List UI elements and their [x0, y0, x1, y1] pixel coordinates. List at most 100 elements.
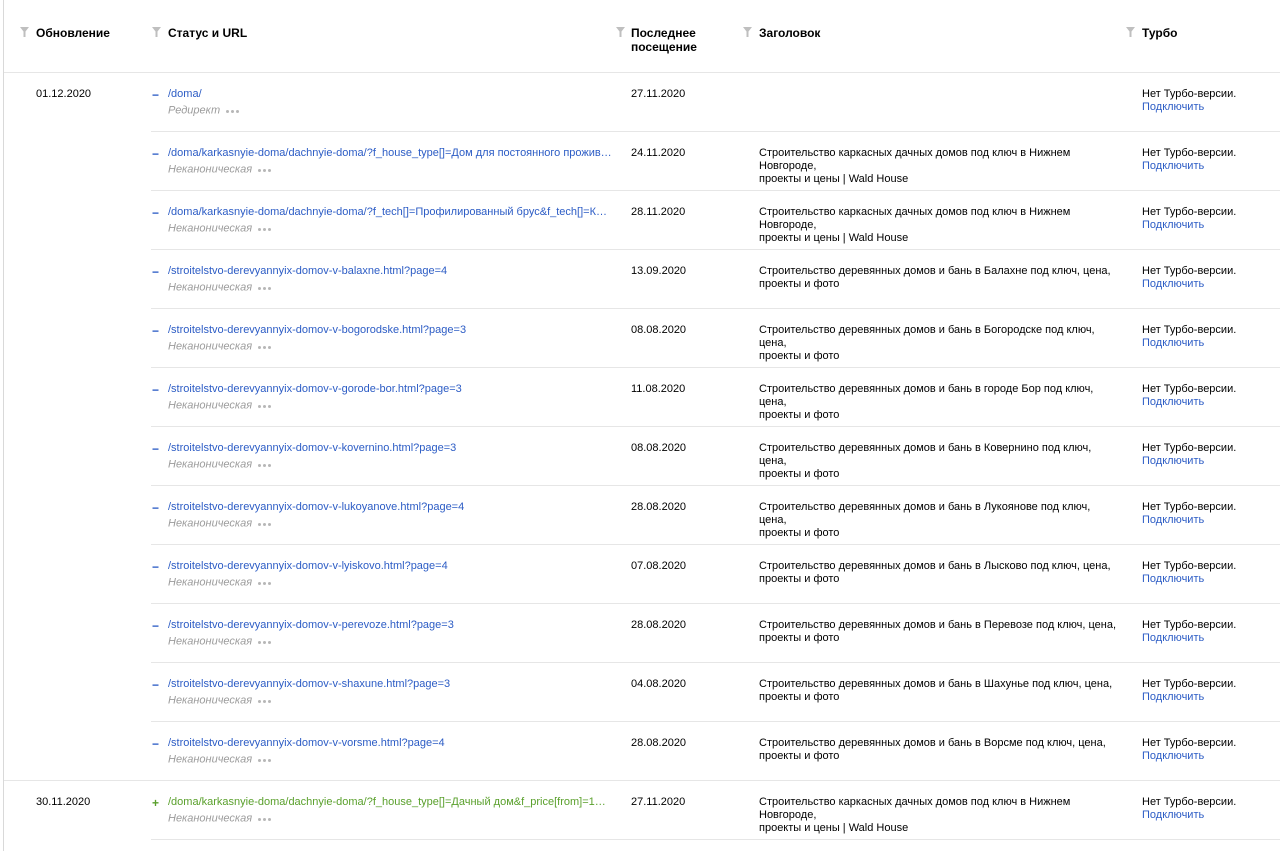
more-options-icon[interactable] [258, 222, 273, 235]
url-status-label: Неканоническая [168, 399, 253, 412]
more-options-icon[interactable] [258, 458, 273, 471]
turbo-status-text: Нет Турбо-версии. [1142, 265, 1237, 277]
turbo-status-text: Нет Турбо-версии. [1142, 88, 1237, 100]
turbo-connect-link[interactable]: Подключить [1142, 101, 1236, 114]
last-visit-date: 28.11.2020 [631, 206, 686, 218]
row-divider [151, 426, 1280, 427]
filter-icon[interactable] [20, 27, 29, 37]
turbo-connect-link[interactable]: Подключить [1142, 337, 1236, 350]
page-title: Строительство деревянных домов и бань в … [759, 383, 1119, 422]
row-divider [151, 839, 1280, 840]
more-options-icon[interactable] [258, 163, 273, 176]
last-visit-date: 28.08.2020 [631, 501, 687, 513]
column-update[interactable]: Обновление [36, 26, 110, 40]
removed-indicator: − [152, 619, 160, 633]
url-status-label: Неканоническая [168, 576, 253, 589]
more-options-icon[interactable] [258, 694, 273, 707]
column-last-visit-line2: посещение [631, 40, 697, 54]
page-title-line2: проекты и фото [759, 350, 840, 362]
removed-indicator: − [152, 501, 160, 515]
page-title-line2: проекты и фото [759, 750, 840, 762]
column-turbo[interactable]: Турбо [1142, 26, 1177, 40]
added-indicator: + [152, 796, 160, 810]
more-options-icon[interactable] [258, 576, 273, 589]
group-divider [4, 780, 1280, 781]
turbo-connect-link[interactable]: Подключить [1142, 278, 1236, 291]
page-title-line2: проекты и фото [759, 632, 840, 644]
last-visit-date: 24.11.2020 [631, 147, 686, 159]
turbo-status-text: Нет Турбо-версии. [1142, 619, 1237, 631]
page-url-link[interactable]: /stroitelstvo-derevyannyix-domov-v-lyisk… [168, 560, 448, 573]
turbo-connect-link[interactable]: Подключить [1142, 632, 1236, 645]
more-options-icon[interactable] [258, 340, 273, 353]
turbo-connect-link[interactable]: Подключить [1142, 691, 1236, 704]
page-title-line1: Строительство каркасных дачных домов под… [759, 796, 1071, 821]
page-url-link[interactable]: /stroitelstvo-derevyannyix-domov-v-vorsm… [168, 737, 445, 750]
turbo-status: Нет Турбо-версии. Подключить [1142, 147, 1236, 173]
url-status: Редирект [168, 104, 241, 117]
url-status-label: Неканоническая [168, 694, 253, 707]
page-url-link[interactable]: /stroitelstvo-derevyannyix-domov-v-bogor… [168, 324, 466, 337]
turbo-connect-link[interactable]: Подключить [1142, 573, 1236, 586]
page-title-line1: Строительство деревянных домов и бань в … [759, 265, 1111, 277]
turbo-status-text: Нет Турбо-версии. [1142, 206, 1237, 218]
turbo-status-text: Нет Турбо-версии. [1142, 560, 1237, 572]
removed-indicator: − [152, 206, 160, 220]
more-options-icon[interactable] [226, 104, 241, 117]
turbo-connect-link[interactable]: Подключить [1142, 809, 1236, 822]
page-url-link[interactable]: /stroitelstvo-derevyannyix-domov-v-lukoy… [168, 501, 464, 514]
page-url-link[interactable]: /stroitelstvo-derevyannyix-domov-v-gorod… [168, 383, 462, 396]
turbo-status: Нет Турбо-версии. Подключить [1142, 501, 1236, 527]
url-status-label: Неканоническая [168, 340, 253, 353]
row-divider [151, 249, 1280, 250]
page-title-line1: Строительство деревянных домов и бань в … [759, 383, 1094, 408]
url-status: Неканоническая [168, 281, 273, 294]
more-options-icon[interactable] [258, 399, 273, 412]
removed-indicator: − [152, 324, 160, 338]
page-title: Строительство деревянных домов и бань в … [759, 324, 1119, 363]
filter-icon[interactable] [152, 27, 161, 37]
page-title-line1: Строительство каркасных дачных домов под… [759, 206, 1071, 231]
turbo-connect-link[interactable]: Подключить [1142, 396, 1236, 409]
page-title-line1: Строительство деревянных домов и бань в … [759, 501, 1091, 526]
turbo-status: Нет Турбо-версии. Подключить [1142, 737, 1236, 763]
url-status: Неканоническая [168, 694, 273, 707]
more-options-icon[interactable] [258, 753, 273, 766]
page-url-link[interactable]: /doma/karkasnyie-doma/dachnyie-doma/?f_t… [168, 206, 613, 219]
more-options-icon[interactable] [258, 635, 273, 648]
page-url-link[interactable]: /stroitelstvo-derevyannyix-domov-v-perev… [168, 619, 454, 632]
column-last-visit[interactable]: Последнее посещение [631, 26, 697, 54]
more-options-icon[interactable] [258, 281, 273, 294]
filter-icon[interactable] [1126, 27, 1135, 37]
turbo-status: Нет Турбо-версии. Подключить [1142, 442, 1236, 468]
more-options-icon[interactable] [258, 517, 273, 530]
page-url-link[interactable]: /stroitelstvo-derevyannyix-domov-v-balax… [168, 265, 447, 278]
more-options-icon[interactable] [258, 812, 273, 825]
column-title[interactable]: Заголовок [759, 26, 820, 40]
last-visit-date: 13.09.2020 [631, 265, 687, 277]
page-url-link[interactable]: /stroitelstvo-derevyannyix-domov-v-shaxu… [168, 678, 450, 691]
removed-indicator: − [152, 678, 160, 692]
column-status-url[interactable]: Статус и URL [168, 26, 247, 40]
page-url-link[interactable]: /doma/karkasnyie-doma/dachnyie-doma/?f_h… [168, 147, 613, 160]
turbo-connect-link[interactable]: Подключить [1142, 219, 1236, 232]
page-url-link[interactable]: /stroitelstvo-derevyannyix-domov-v-kover… [168, 442, 456, 455]
turbo-status: Нет Турбо-версии. Подключить [1142, 324, 1236, 350]
turbo-connect-link[interactable]: Подключить [1142, 455, 1236, 468]
filter-icon[interactable] [743, 27, 752, 37]
removed-indicator: − [152, 560, 160, 574]
last-visit-date: 08.08.2020 [631, 442, 687, 454]
turbo-status-text: Нет Турбо-версии. [1142, 678, 1237, 690]
page-title: Строительство деревянных домов и бань в … [759, 560, 1119, 586]
url-status: Неканоническая [168, 576, 273, 589]
filter-icon[interactable] [616, 27, 625, 37]
page-url-link[interactable]: /doma/karkasnyie-doma/dachnyie-doma/?f_h… [168, 796, 613, 809]
removed-indicator: − [152, 737, 160, 751]
page-title-line2: проекты и фото [759, 278, 840, 290]
turbo-connect-link[interactable]: Подключить [1142, 750, 1236, 763]
page-url-link[interactable]: /doma/ [168, 88, 202, 101]
turbo-connect-link[interactable]: Подключить [1142, 514, 1236, 527]
last-visit-date: 08.08.2020 [631, 324, 687, 336]
turbo-connect-link[interactable]: Подключить [1142, 160, 1236, 173]
page-title-line2: проекты и фото [759, 527, 840, 539]
